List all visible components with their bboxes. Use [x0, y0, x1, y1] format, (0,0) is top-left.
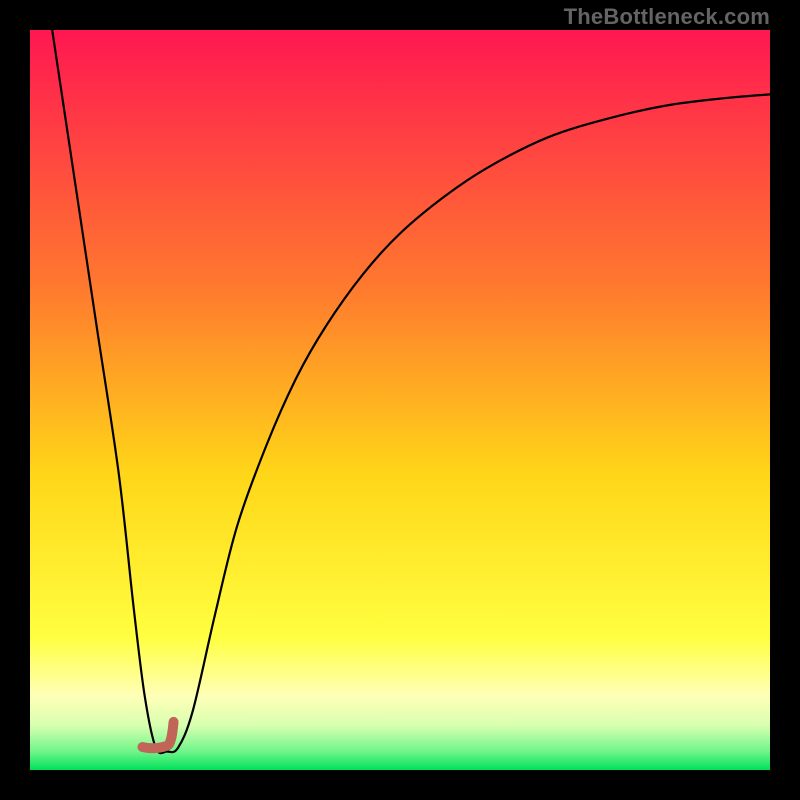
plot-area	[30, 30, 770, 770]
attribution-watermark: TheBottleneck.com	[564, 4, 770, 30]
gradient-background	[30, 30, 770, 770]
chart-frame: TheBottleneck.com	[0, 0, 800, 800]
chart-canvas	[30, 30, 770, 770]
